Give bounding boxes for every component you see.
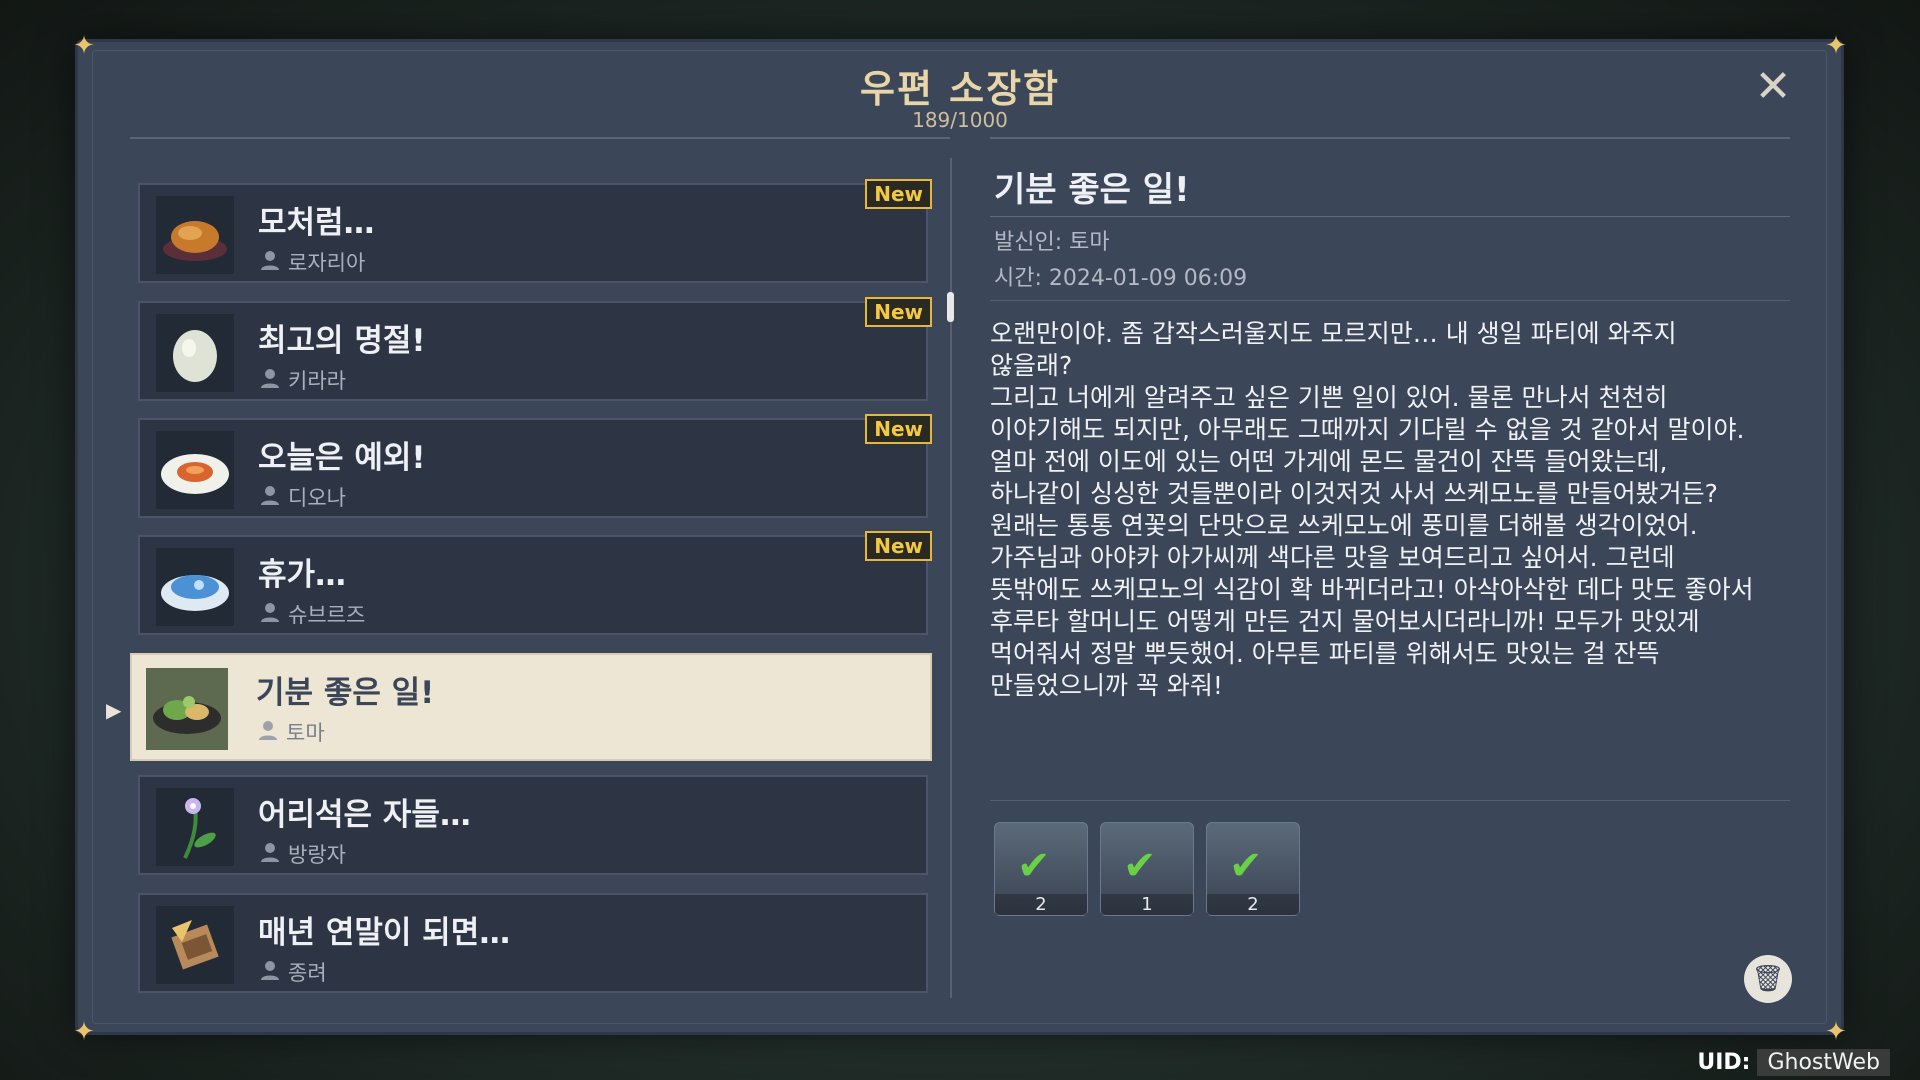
mail-body-line: 하나같이 싱싱한 것들뿐이라 이것저것 사서 쓰케모노를 만들어봤거든? [990, 479, 1718, 508]
mail-body-line: 원래는 통통 연꽃의 단맛으로 쓰케모노에 풍미를 더해볼 생각이었어. [990, 511, 1698, 540]
attachment-count: 2 [1207, 894, 1299, 915]
corner-ornament-icon: ✦ [1825, 1017, 1847, 1047]
blue-dish-icon [156, 548, 234, 626]
window-title: 우편 소장함 [859, 67, 1061, 111]
list-item[interactable]: 매년 연말이 되면… 종려 [138, 893, 928, 993]
mail-subject: 오늘은 예외! [258, 440, 426, 476]
list-item-selected[interactable]: 기분 좋은 일! 토마 [130, 653, 932, 761]
person-icon [261, 843, 279, 862]
new-badge: New [865, 414, 932, 444]
fish-dish-icon [156, 431, 234, 509]
new-badge: New [865, 297, 932, 327]
salad-plate-icon [146, 668, 228, 750]
mail-sender: 토마 [286, 721, 325, 745]
uid-value: GhostWeb [1757, 1049, 1890, 1076]
person-icon [261, 603, 279, 622]
new-badge: New [865, 179, 932, 209]
mail-list[interactable]: 모처럼… 로자리아 New 최고의 명절! 키라라 New 오늘은 예외! 디오… [130, 148, 932, 1006]
mail-sender: 방랑자 [288, 843, 346, 867]
list-item[interactable]: 최고의 명절! 키라라 New [138, 297, 932, 401]
attachment-item[interactable]: ✔ 1 [1100, 822, 1194, 916]
list-item[interactable]: 오늘은 예외! 디오나 New [138, 414, 932, 518]
uid-display: UID: GhostWeb [1697, 1049, 1890, 1076]
mail-subject: 어리석은 자들… [258, 797, 471, 833]
attachment-item[interactable]: ✔ 2 [994, 822, 1088, 916]
mail-body-line: 만들었으니까 꼭 와줘! [990, 671, 1223, 700]
divider [990, 216, 1790, 217]
egg-icon [156, 314, 234, 392]
mail-subject: 모처럼… [258, 205, 375, 241]
trash-icon[interactable]: 🗑 [1744, 955, 1792, 1003]
mail-subject: 매년 연말이 되면… [258, 915, 511, 951]
mail-body-line: 이야기해도 되지만, 아무래도 그때까지 기다릴 수 없을 것 같아서 말이야. [990, 415, 1745, 444]
mail-subject: 기분 좋은 일! [256, 675, 435, 711]
detail-sender: 발신인: 토마 [994, 230, 1110, 255]
list-item[interactable]: 모처럼… 로자리아 New [138, 179, 932, 283]
mail-body-line: 않을래? [990, 351, 1073, 380]
detail-subject: 기분 좋은 일! [994, 170, 1190, 210]
header-divider [130, 137, 950, 139]
scrollbar[interactable] [950, 158, 952, 998]
check-icon: ✔ [1017, 843, 1051, 889]
mail-body-line: 후루타 할머니도 어떻게 만든 건지 물어보시더라니까! 모두가 맛있게 [990, 607, 1700, 636]
person-icon [261, 369, 279, 388]
scrollbar-thumb[interactable] [947, 292, 954, 322]
divider [990, 300, 1790, 301]
mail-body-line: 오랜만이야. 좀 갑작스러울지도 모르지만… 내 생일 파티에 와주지 [990, 319, 1677, 348]
person-icon [261, 961, 279, 980]
attachment-item[interactable]: ✔ 2 [1206, 822, 1300, 916]
scroll-bundle-icon [156, 906, 234, 984]
flower-icon [156, 788, 234, 866]
roast-chicken-icon [156, 196, 234, 274]
mail-body-line: 가주님과 아야카 아가씨께 색다른 맛을 보여드리고 싶어서. 그런데 [990, 543, 1675, 572]
mail-sender: 디오나 [288, 486, 346, 510]
person-icon [261, 486, 279, 505]
close-icon[interactable]: ✕ [1750, 64, 1796, 110]
mail-body: 오랜만이야. 좀 갑작스러울지도 모르지만… 내 생일 파티에 와주지 않을래?… [990, 318, 1790, 702]
uid-label: UID: [1697, 1050, 1751, 1075]
mail-body-line: 뜻밖에도 쓰케모노의 식감이 확 바뀌더라고! 아삭아삭한 데다 맛도 좋아서 [990, 575, 1754, 604]
list-item[interactable]: 휴가… 슈브르즈 New [138, 531, 932, 635]
mail-body-line: 먹어줘서 정말 뿌듯했어. 아무튼 파티를 위해서도 맛있는 걸 잔뜩 [990, 639, 1660, 668]
mail-sender: 로자리아 [288, 251, 366, 275]
mail-sender: 슈브르즈 [288, 603, 366, 627]
divider [990, 800, 1790, 801]
attachment-count: 2 [995, 894, 1087, 915]
attachment-count: 1 [1101, 894, 1193, 915]
person-icon [259, 721, 277, 740]
check-icon: ✔ [1229, 843, 1263, 889]
list-item[interactable]: 어리석은 자들… 방랑자 [138, 775, 928, 875]
detail-time: 시간: 2024-01-09 06:09 [994, 266, 1248, 291]
check-icon: ✔ [1123, 843, 1157, 889]
mail-subject: 최고의 명절! [258, 323, 426, 359]
mail-sender: 키라라 [288, 369, 346, 393]
mail-sender: 종려 [288, 961, 327, 985]
mail-body-line: 그리고 너에게 알려주고 싶은 기쁜 일이 있어. 물론 만나서 천천히 [990, 383, 1668, 412]
selected-arrow-icon: ▶ [106, 698, 122, 722]
mail-body-line: 얼마 전에 이도에 있는 어떤 가게에 몬드 물건이 잔뜩 들어왔는데, [990, 447, 1668, 476]
new-badge: New [865, 531, 932, 561]
corner-ornament-icon: ✦ [73, 1017, 95, 1047]
header-divider [990, 137, 1790, 139]
mail-count: 189/1000 [912, 108, 1008, 132]
mail-subject: 휴가… [258, 557, 347, 593]
person-icon [261, 251, 279, 270]
